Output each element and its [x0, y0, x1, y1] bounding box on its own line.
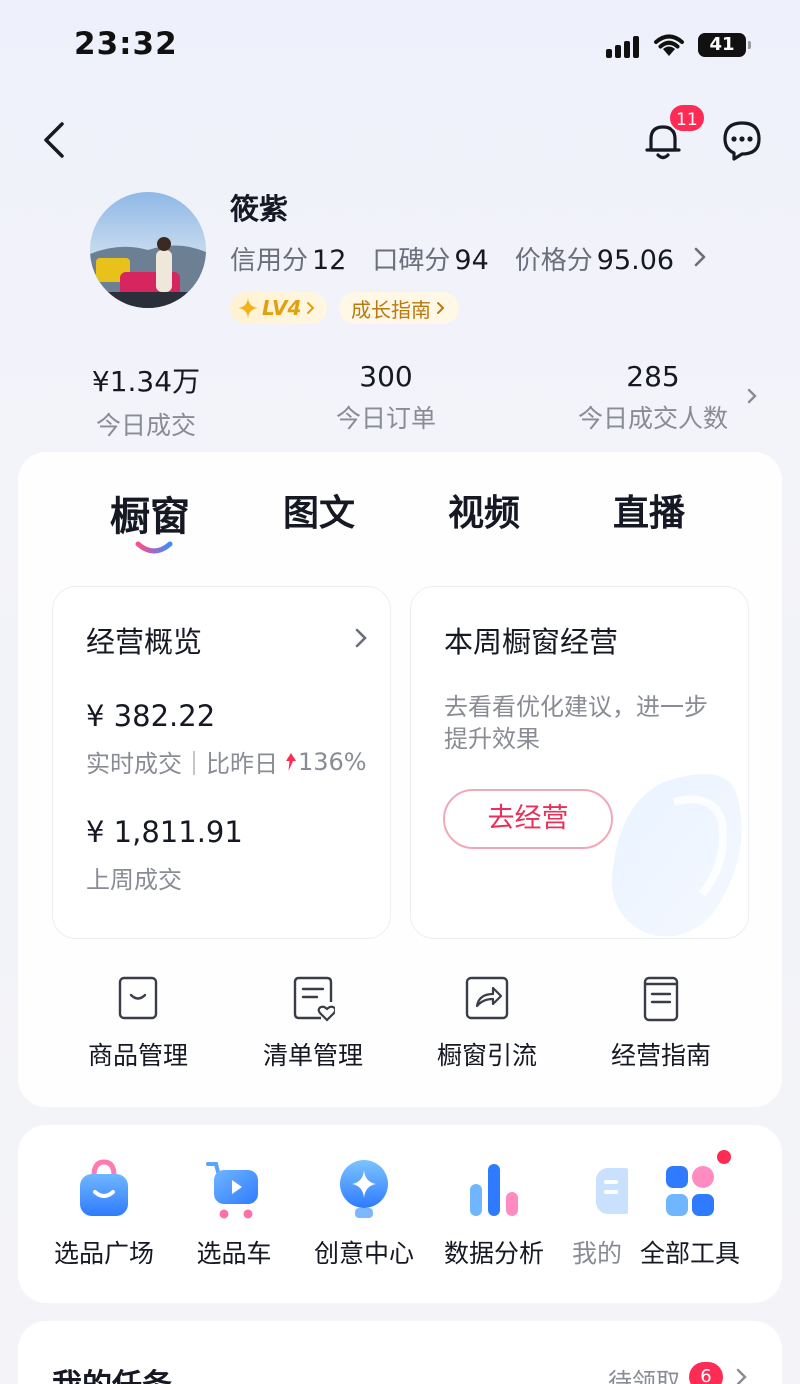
tab-video[interactable]: 视频 — [448, 484, 520, 536]
shopping-bag-icon — [74, 1158, 134, 1222]
quick-tool-selection-cart[interactable]: 选品车 — [174, 1158, 294, 1270]
tool-label: 商品管理 — [87, 1041, 188, 1070]
avatar[interactable] — [90, 192, 206, 308]
notification-badge: 11 — [668, 103, 706, 133]
tasks-pending-label[interactable]: 待领取 — [608, 1362, 680, 1384]
quick-tool-creative-center[interactable]: 创意中心 — [304, 1158, 424, 1270]
bar-chart-icon — [464, 1158, 524, 1222]
signal-icon — [606, 34, 644, 58]
bulb-icon — [334, 1158, 394, 1222]
arrow-up-icon — [286, 752, 296, 771]
battery-cap — [748, 41, 751, 49]
tool-list-manage[interactable]: 清单管理 — [238, 974, 388, 1072]
tab-live[interactable]: 直播 — [613, 484, 685, 536]
quick-tool-label: 数据分析 — [443, 1239, 544, 1268]
stat-value: 285 — [626, 360, 680, 393]
partial-icon — [592, 1158, 630, 1222]
realtime-sales-label: 实时成交｜比昨日 — [86, 750, 278, 778]
reputation-score-label: 口碑分 — [372, 246, 451, 276]
tool-label: 橱窗引流 — [436, 1041, 537, 1070]
username: 筱紫 — [230, 192, 289, 226]
weekly-title: 本周橱窗经营 — [444, 625, 619, 659]
tab-showcase[interactable]: 橱窗 — [110, 484, 190, 542]
credit-score-label: 信用分 — [230, 246, 309, 276]
level-text: LV4 — [262, 296, 302, 320]
quick-tool-mine[interactable]: 我的 — [564, 1158, 630, 1270]
quick-tool-label: 创意中心 — [313, 1239, 414, 1268]
tool-label: 经营指南 — [610, 1041, 711, 1070]
status-time: 23:32 — [74, 26, 178, 62]
shield-decoration-icon — [604, 762, 754, 942]
realtime-change: 136% — [298, 747, 367, 776]
quick-tool-label: 选品车 — [196, 1239, 272, 1268]
battery-icon: 41 — [698, 33, 746, 57]
stat-today-buyers[interactable]: 285 今日成交人数 — [568, 360, 738, 435]
growth-guide-badge[interactable]: 成长指南 — [339, 292, 459, 324]
chevron-right-icon[interactable] — [734, 1366, 750, 1384]
bag-icon — [116, 974, 160, 1022]
stat-value: 300 — [359, 360, 413, 393]
new-dot-badge — [717, 1150, 731, 1164]
stat-today-orders[interactable]: 300 今日订单 — [316, 360, 456, 435]
tool-showcase-traffic[interactable]: 橱窗引流 — [412, 974, 562, 1072]
lastweek-sales-value: ¥ 1,811.91 — [86, 815, 243, 849]
message-button[interactable] — [720, 118, 764, 162]
tab-indicator — [134, 540, 174, 558]
back-button[interactable] — [34, 118, 74, 162]
tasks-pending-count: 6 — [689, 1362, 723, 1384]
chevron-right-icon[interactable] — [690, 244, 710, 270]
cart-icon — [204, 1158, 264, 1222]
tool-business-guide[interactable]: 经营指南 — [586, 974, 736, 1072]
stat-value: ¥1.34万 — [91, 365, 201, 398]
tab-graphic[interactable]: 图文 — [283, 484, 355, 536]
chevron-left-icon — [44, 122, 64, 158]
wifi-icon — [652, 31, 686, 61]
realtime-sales-row: 实时成交｜比昨日 136% — [86, 744, 367, 779]
stat-today-sales[interactable]: ¥1.34万 今日成交 — [80, 360, 212, 442]
quick-tool-label: 我的 — [572, 1239, 623, 1268]
quick-tool-selection-plaza[interactable]: 选品广场 — [44, 1158, 164, 1270]
tasks-title: 我的任务 — [52, 1360, 172, 1384]
share-icon — [465, 974, 509, 1022]
tool-label: 清单管理 — [262, 1041, 363, 1070]
credit-score-value: 12 — [312, 245, 347, 276]
reputation-score-value: 94 — [454, 245, 489, 276]
chevron-right-icon — [307, 302, 315, 314]
weekly-desc: 去看看优化建议，进一步提升效果 — [444, 693, 708, 753]
chat-bubble-icon — [723, 121, 761, 161]
lastweek-sales-label: 上周成交 — [86, 866, 182, 894]
price-score-value: 95.06 — [596, 245, 675, 276]
quick-tool-all-tools[interactable]: 全部工具 — [628, 1158, 752, 1270]
chevron-right-icon — [437, 302, 445, 314]
grid-icon — [660, 1158, 720, 1222]
score-row[interactable]: 信用分 12 口碑分 94 价格分 95.06 — [230, 240, 700, 277]
stat-label: 今日成交人数 — [577, 404, 728, 433]
go-manage-button[interactable]: 去经营 — [443, 789, 613, 849]
list-heart-icon — [291, 974, 337, 1022]
chevron-right-icon[interactable] — [744, 386, 760, 406]
level-badge[interactable]: LV4 — [230, 292, 328, 324]
quick-tool-label: 选品广场 — [53, 1239, 154, 1268]
quick-tool-data-analysis[interactable]: 数据分析 — [434, 1158, 554, 1270]
guide-doc-icon — [639, 974, 683, 1022]
quick-tool-label: 全部工具 — [639, 1239, 740, 1268]
sparkle-icon — [238, 298, 258, 318]
chevron-right-icon[interactable] — [352, 626, 370, 650]
stat-label: 今日成交 — [95, 411, 196, 440]
price-score-label: 价格分 — [514, 246, 593, 276]
growth-guide-text: 成长指南 — [351, 297, 431, 322]
tool-product-manage[interactable]: 商品管理 — [63, 974, 213, 1072]
realtime-sales-value: ¥ 382.22 — [86, 699, 216, 733]
overview-title: 经营概览 — [86, 625, 203, 659]
stat-label: 今日订单 — [335, 404, 436, 433]
